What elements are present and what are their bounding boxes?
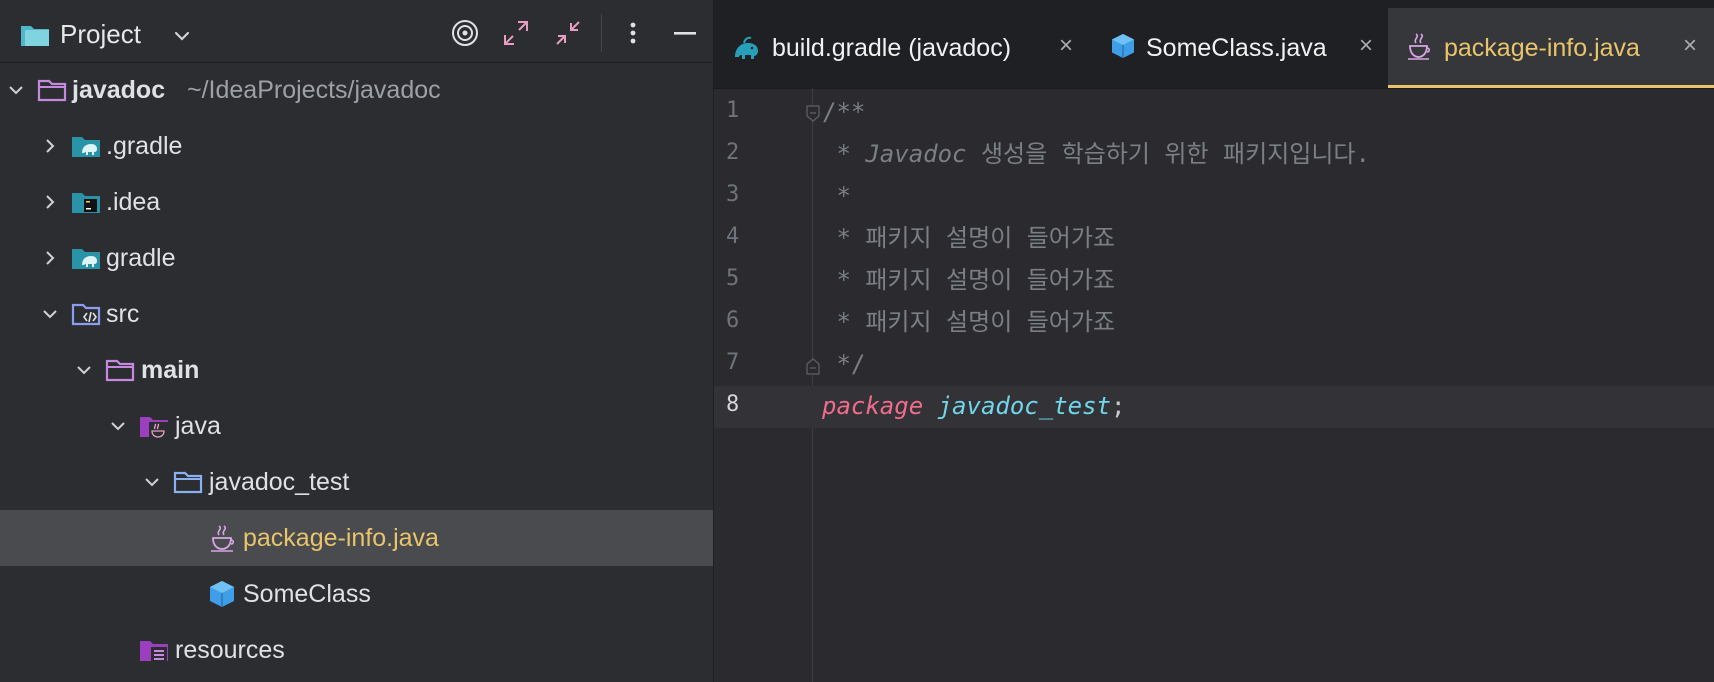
hide-icon[interactable] [668, 16, 702, 50]
line-number: 5 [726, 266, 740, 291]
tree-item-main[interactable]: main [0, 342, 713, 398]
code-text: package javadoc_test; [822, 390, 1125, 422]
line-number: 4 [726, 224, 740, 249]
editor: build.gradle (javadoc) × SomeClass.java … [714, 0, 1714, 682]
project-panel: Project javadoc ~/IdeaProjects/javadoc .… [0, 0, 714, 682]
code-line[interactable]: 1 /** [714, 92, 1714, 134]
line-number: 3 [726, 182, 740, 207]
tree-item-javadoc-test[interactable]: javadoc_test [0, 454, 713, 510]
project-panel-header: Project [0, 0, 713, 63]
line-number: 6 [726, 308, 740, 333]
tree-item-src[interactable]: src [0, 286, 713, 342]
code-line-current[interactable]: 8 package javadoc_test; [714, 386, 1714, 428]
code-line[interactable]: 4 * 패키지 설명이 들어가죠 [714, 218, 1714, 260]
chevron-down-icon[interactable] [6, 80, 26, 100]
tree-item-path-hint: ~/IdeaProjects/javadoc [187, 76, 441, 104]
tree-item-label: SomeClass [243, 580, 371, 608]
chevron-down-icon[interactable] [74, 360, 94, 380]
tab-label: SomeClass.java [1146, 34, 1327, 62]
tree-item-gradle-hidden[interactable]: .gradle [0, 118, 713, 174]
line-number: 8 [726, 392, 740, 417]
chevron-down-icon[interactable] [40, 304, 60, 324]
tree-item-label: main [141, 356, 200, 384]
java-source-root-icon [140, 417, 168, 439]
tree-item-label: .idea [106, 188, 161, 216]
tree-item-label: .gradle [106, 132, 183, 160]
gradle-icon [735, 36, 758, 59]
tab-label: package-info.java [1444, 34, 1640, 62]
code-text: * 패키지 설명이 들어가죠 [822, 224, 1116, 252]
tab-label: build.gradle (javadoc) [772, 34, 1012, 62]
code-line[interactable]: 2 * Javadoc 생성을 학습하기 위한 패키지입니다. [714, 134, 1714, 176]
tree-item-label: java [175, 412, 221, 440]
package-name: javadoc_test [937, 392, 1111, 420]
source-folder-icon [71, 303, 101, 326]
tree-item-javadoc[interactable]: javadoc ~/IdeaProjects/javadoc [0, 62, 713, 118]
tree-item-label: resources [175, 636, 285, 664]
java-file-icon [211, 525, 235, 552]
close-icon[interactable]: × [1054, 34, 1078, 58]
code-text: * [822, 182, 851, 210]
code-line[interactable]: 7 */ [714, 344, 1714, 386]
tree-item-label: src [106, 300, 140, 328]
class-icon [210, 581, 234, 607]
toolbar-separator [601, 14, 602, 52]
code-line[interactable]: 3 * [714, 176, 1714, 218]
code-editor[interactable]: 1 /** 2 * Javadoc 생성을 학습하기 위한 패키지입니다. 3 … [714, 88, 1714, 682]
folder-icon [105, 359, 135, 382]
code-text: */ [822, 350, 866, 378]
tab-build-gradle[interactable]: build.gradle (javadoc) × [714, 8, 1074, 88]
chevron-down-icon[interactable] [142, 472, 162, 492]
gradle-folder-icon [72, 249, 100, 269]
tree-item-label: javadoc_test [209, 468, 350, 496]
chevron-down-icon[interactable] [108, 416, 128, 436]
chevron-right-icon[interactable] [40, 136, 60, 156]
chevron-right-icon[interactable] [40, 192, 60, 212]
code-text: * 패키지 설명이 들어가죠 [822, 308, 1116, 336]
package-folder-icon [173, 471, 203, 494]
tree-item-package-info[interactable]: package-info.java [0, 510, 713, 566]
line-number: 2 [726, 140, 740, 165]
tree-item-label: package-info.java [243, 524, 439, 552]
project-view-title[interactable]: Project [60, 18, 141, 50]
expand-all-icon[interactable] [499, 16, 533, 50]
code-line[interactable]: 5 * 패키지 설명이 들어가죠 [714, 260, 1714, 302]
code-line[interactable]: 6 * 패키지 설명이 들어가죠 [714, 302, 1714, 344]
folder-module-icon [37, 79, 67, 102]
chevron-down-icon[interactable] [172, 26, 192, 46]
tree-item-resources[interactable]: resources [0, 622, 713, 678]
tree-item-gradle[interactable]: gradle [0, 230, 713, 286]
tree-item-someclass[interactable]: SomeClass [0, 566, 713, 622]
code-text: * 패키지 설명이 들어가죠 [822, 266, 1116, 294]
line-number: 1 [726, 98, 740, 123]
fold-icon[interactable] [804, 356, 822, 376]
javadoc-word: Javadoc [865, 140, 967, 168]
tree-item-java[interactable]: java [0, 398, 713, 454]
gradle-folder-icon [72, 137, 100, 157]
comment-rest: 생성을 학습하기 위한 패키지입니다. [966, 140, 1370, 168]
close-icon[interactable]: × [1354, 34, 1378, 58]
tree-item-label: javadoc [72, 76, 166, 104]
fold-icon[interactable] [804, 104, 822, 124]
package-keyword: package [822, 392, 924, 420]
line-number: 7 [726, 350, 740, 375]
locate-icon[interactable] [448, 16, 482, 50]
idea-folder-icon [72, 193, 100, 213]
close-icon[interactable]: × [1678, 34, 1702, 58]
code-text: * Javadoc 생성을 학습하기 위한 패키지입니다. [822, 138, 1370, 170]
more-icon[interactable] [616, 16, 650, 50]
class-icon [1112, 34, 1134, 58]
java-file-icon [1408, 33, 1431, 60]
tree-item-label: gradle [106, 244, 176, 272]
chevron-right-icon[interactable] [40, 248, 60, 268]
tree-item-idea[interactable]: .idea [0, 174, 713, 230]
semicolon: ; [1111, 392, 1126, 420]
project-folder-icon [21, 26, 49, 46]
resources-folder-icon [140, 641, 168, 662]
tab-package-info[interactable]: package-info.java × [1388, 8, 1714, 88]
code-text: /** [822, 98, 866, 126]
editor-tab-bar: build.gradle (javadoc) × SomeClass.java … [714, 0, 1714, 89]
collapse-all-icon[interactable] [551, 16, 585, 50]
comment-prefix: * [822, 140, 866, 168]
